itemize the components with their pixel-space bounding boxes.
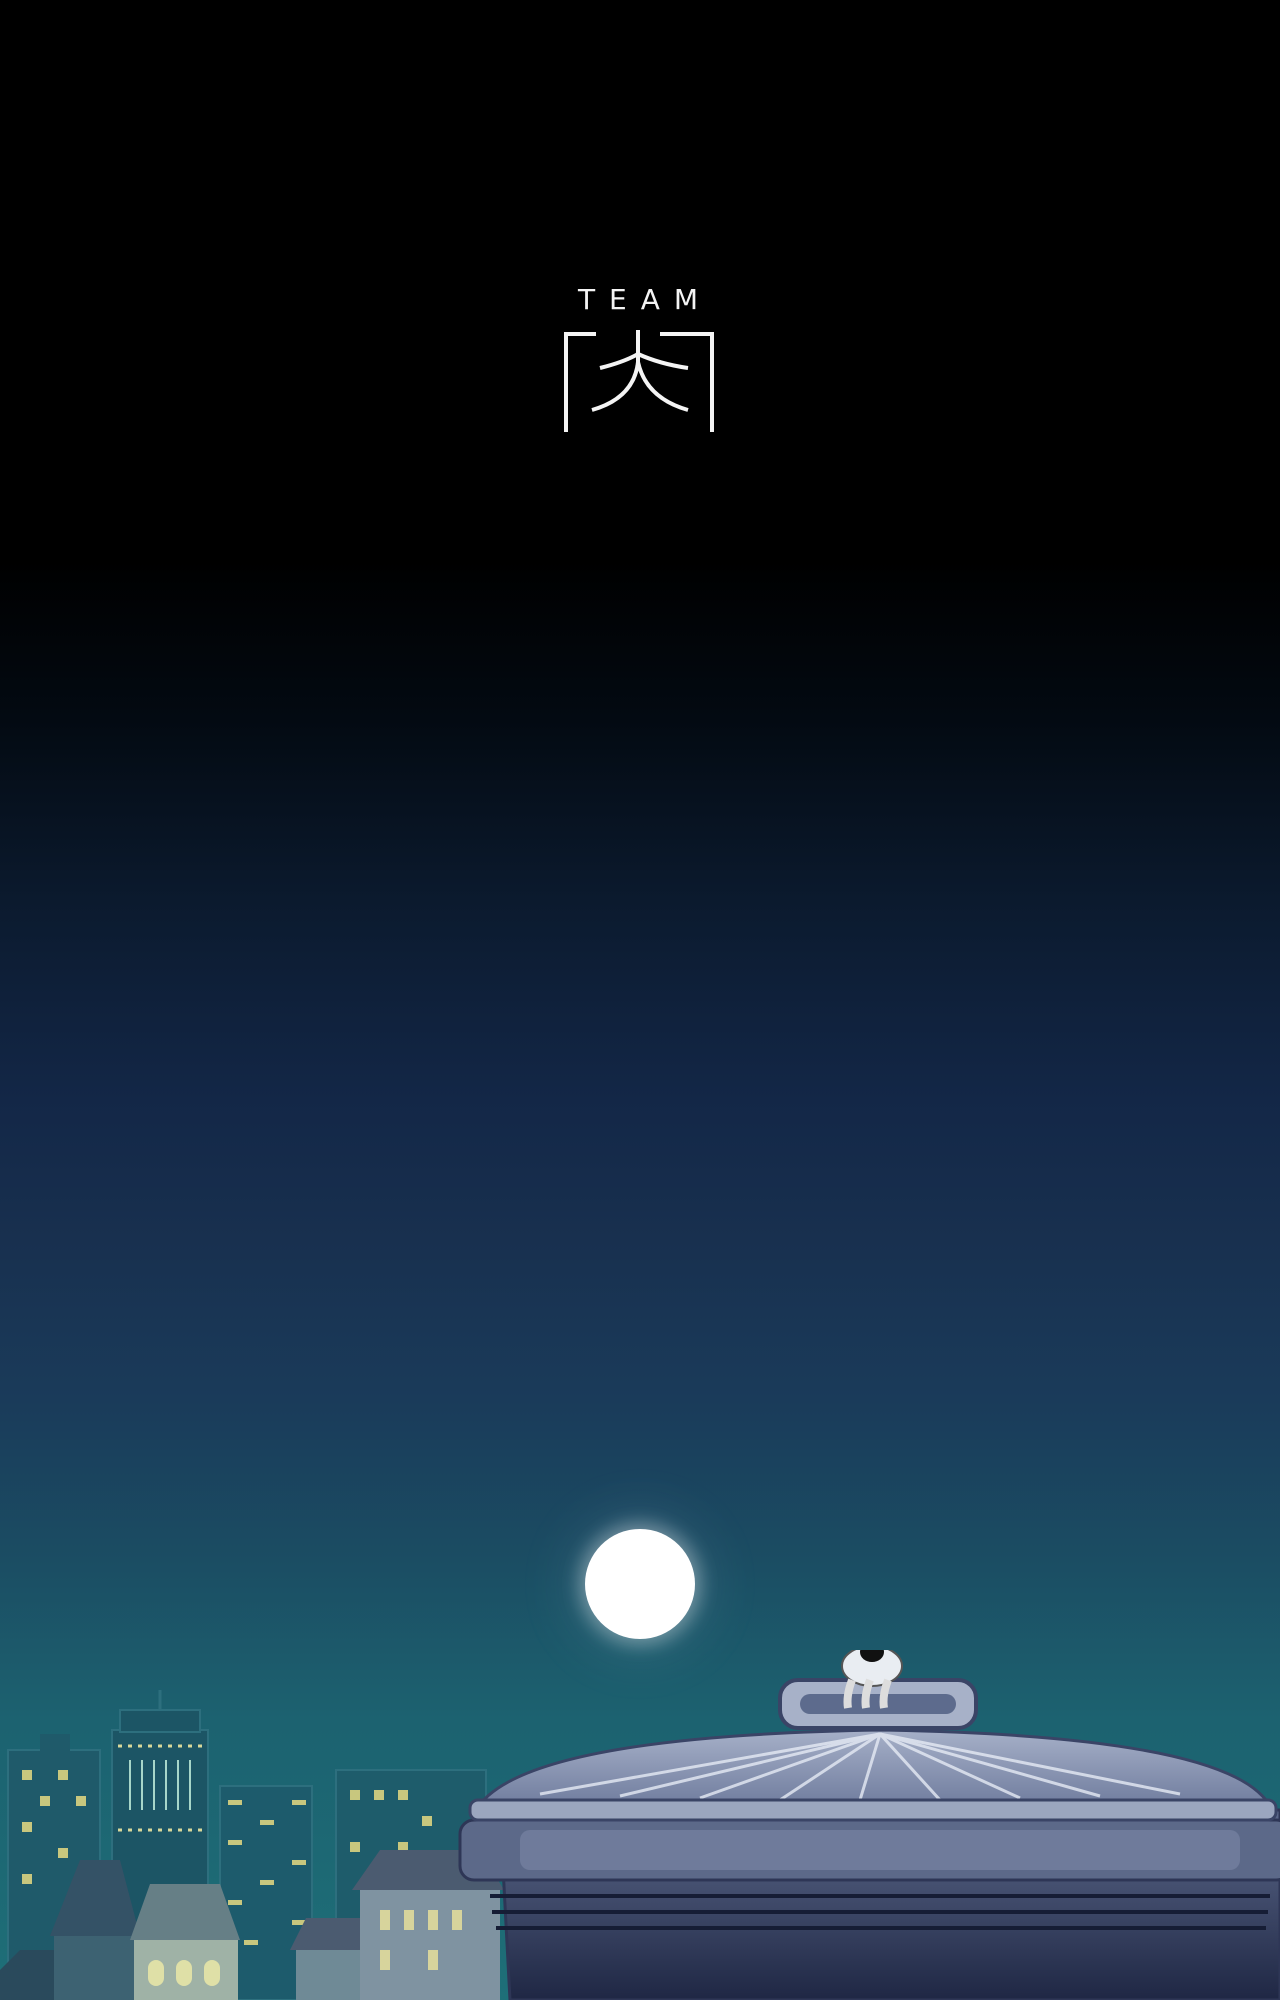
giant-can xyxy=(458,1678,1280,2000)
city-skyline-scene xyxy=(0,1650,1280,2000)
logo-wordmark: TEAM xyxy=(577,283,713,316)
logo-glyph-icon xyxy=(564,330,714,432)
full-moon xyxy=(585,1529,695,1639)
team-logo: TEAM xyxy=(560,280,720,440)
